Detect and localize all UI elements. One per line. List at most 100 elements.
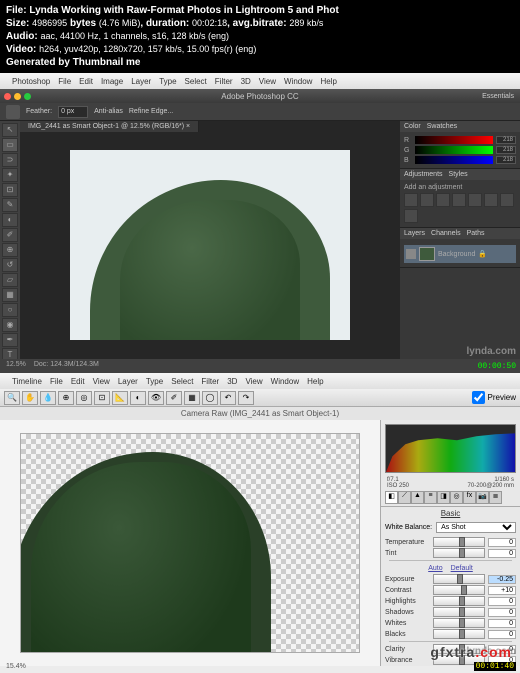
adj-curves-icon[interactable] xyxy=(436,193,450,207)
shadows-slider[interactable] xyxy=(433,607,485,617)
g-slider[interactable] xyxy=(415,146,493,154)
adj-levels-icon[interactable] xyxy=(420,193,434,207)
exposure-slider[interactable] xyxy=(433,574,485,584)
crop-tool-icon[interactable]: ⊡ xyxy=(2,183,18,197)
presets-tab-icon[interactable]: ≣ xyxy=(489,491,502,504)
paths-tab[interactable]: Paths xyxy=(467,230,485,237)
menu-timeline[interactable]: Timeline xyxy=(12,377,42,386)
image-content xyxy=(90,180,330,340)
detail-tab-icon[interactable]: ▲ xyxy=(411,491,424,504)
cr-canvas[interactable] xyxy=(20,433,360,653)
workspace-switcher[interactable]: Essentials xyxy=(482,93,514,100)
spot-tool-icon[interactable]: ◐ xyxy=(130,391,146,405)
layers-tab[interactable]: Layers xyxy=(404,230,425,237)
lock-icon[interactable]: 🔒 xyxy=(478,250,487,258)
cr-canvas-area[interactable] xyxy=(0,420,380,666)
sampler-tool-icon[interactable]: ⊕ xyxy=(58,391,74,405)
visibility-icon[interactable] xyxy=(406,249,416,259)
temperature-slider[interactable] xyxy=(433,537,485,547)
marquee-tool-icon[interactable]: ▭ xyxy=(2,138,18,152)
eyedropper-tool-icon[interactable]: ✎ xyxy=(2,198,18,212)
background-layer[interactable]: Background 🔒 xyxy=(404,245,516,263)
menu-select[interactable]: Select xyxy=(185,77,207,86)
rotate-cw-icon[interactable]: ↷ xyxy=(238,391,254,405)
color-tab[interactable]: Color xyxy=(404,123,421,130)
menu-3d[interactable]: 3D xyxy=(241,77,251,86)
curve-tab-icon[interactable]: ⟋ xyxy=(398,491,411,504)
timecode: 00:00:50 xyxy=(478,362,516,371)
fx-tab-icon[interactable]: fx xyxy=(463,491,476,504)
wand-tool-icon[interactable]: ✦ xyxy=(2,168,18,182)
canvas-area[interactable]: IMG_2441 as Smart Object-1 @ 12.5% (RGB/… xyxy=(20,121,400,361)
tint-slider[interactable] xyxy=(433,548,485,558)
adj-hue-icon[interactable] xyxy=(484,193,498,207)
menu-help[interactable]: Help xyxy=(320,77,336,86)
adj-vibrance-icon[interactable] xyxy=(468,193,482,207)
target-tool-icon[interactable]: ◎ xyxy=(76,391,92,405)
heal-tool-icon[interactable]: ◐ xyxy=(2,213,18,227)
menu-type[interactable]: Type xyxy=(159,77,176,86)
move-tool-icon[interactable]: ↖ xyxy=(2,123,18,137)
feather-input[interactable] xyxy=(58,106,88,118)
hsl-tab-icon[interactable]: ≡ xyxy=(424,491,437,504)
blur-tool-icon[interactable]: ○ xyxy=(2,303,18,317)
adj-exposure-icon[interactable] xyxy=(452,193,466,207)
blacks-slider[interactable] xyxy=(433,629,485,639)
history-brush-icon[interactable]: ↺ xyxy=(2,258,18,272)
styles-tab[interactable]: Styles xyxy=(449,171,468,178)
menu-window[interactable]: Window xyxy=(284,77,312,86)
eraser-tool-icon[interactable]: ▱ xyxy=(2,273,18,287)
active-tool-icon[interactable] xyxy=(6,105,20,119)
brush-tool-icon[interactable]: ✐ xyxy=(2,228,18,242)
contrast-slider[interactable] xyxy=(433,585,485,595)
histogram[interactable] xyxy=(385,424,516,473)
redeye-tool-icon[interactable]: 👁 xyxy=(148,391,164,405)
menu-filter[interactable]: Filter xyxy=(215,77,233,86)
adj-bw-icon[interactable] xyxy=(500,193,514,207)
b-slider[interactable] xyxy=(415,156,493,164)
stamp-tool-icon[interactable]: ⊕ xyxy=(2,243,18,257)
r-slider[interactable] xyxy=(415,136,493,144)
brush-tool-icon[interactable]: ✐ xyxy=(166,391,182,405)
menu-file[interactable]: File xyxy=(58,77,71,86)
wb-select[interactable]: As Shot xyxy=(436,522,516,533)
adj-photo-filter-icon[interactable] xyxy=(404,209,418,223)
window-controls[interactable] xyxy=(4,93,31,100)
whites-slider[interactable] xyxy=(433,618,485,628)
zoom-level[interactable]: 12.5% xyxy=(6,361,26,371)
menu-photoshop[interactable]: Photoshop xyxy=(12,77,50,86)
grad-tool-icon[interactable]: ▦ xyxy=(184,391,200,405)
channels-tab[interactable]: Channels xyxy=(431,230,461,237)
highlights-slider[interactable] xyxy=(433,596,485,606)
lens-tab-icon[interactable]: ◎ xyxy=(450,491,463,504)
hand-tool-icon[interactable]: ✋ xyxy=(22,391,38,405)
menu-edit[interactable]: Edit xyxy=(79,77,93,86)
canvas[interactable] xyxy=(70,150,350,340)
rotate-ccw-icon[interactable]: ↶ xyxy=(220,391,236,405)
refine-edge-button[interactable]: Refine Edge... xyxy=(129,108,173,115)
adjustments-tab[interactable]: Adjustments xyxy=(404,171,443,178)
default-link[interactable]: Default xyxy=(451,565,473,572)
straighten-tool-icon[interactable]: 📐 xyxy=(112,391,128,405)
dodge-tool-icon[interactable]: ◉ xyxy=(2,318,18,332)
preview-checkbox[interactable]: Preview xyxy=(472,391,516,404)
split-tab-icon[interactable]: ◨ xyxy=(437,491,450,504)
camera-tab-icon[interactable]: 📷 xyxy=(476,491,489,504)
cr-zoom[interactable]: 15.4% xyxy=(6,663,26,670)
pen-tool-icon[interactable]: ✒ xyxy=(2,333,18,347)
basic-tab-icon[interactable]: ◧ xyxy=(385,491,398,504)
auto-link[interactable]: Auto xyxy=(428,565,442,572)
zoom-tool-icon[interactable]: 🔍 xyxy=(4,391,20,405)
wb-tool-icon[interactable]: 💧 xyxy=(40,391,56,405)
menu-layer[interactable]: Layer xyxy=(131,77,151,86)
antialias-check[interactable]: Anti-alias xyxy=(94,108,123,115)
document-tab[interactable]: IMG_2441 as Smart Object-1 @ 12.5% (RGB/… xyxy=(20,121,199,132)
menu-image[interactable]: Image xyxy=(101,77,123,86)
adj-brightness-icon[interactable] xyxy=(404,193,418,207)
gradient-tool-icon[interactable]: ▦ xyxy=(2,288,18,302)
lasso-tool-icon[interactable]: ⊃ xyxy=(2,153,18,167)
radial-tool-icon[interactable]: ◯ xyxy=(202,391,218,405)
swatches-tab[interactable]: Swatches xyxy=(427,123,457,130)
crop-tool-icon[interactable]: ⊡ xyxy=(94,391,110,405)
menu-view[interactable]: View xyxy=(259,77,276,86)
